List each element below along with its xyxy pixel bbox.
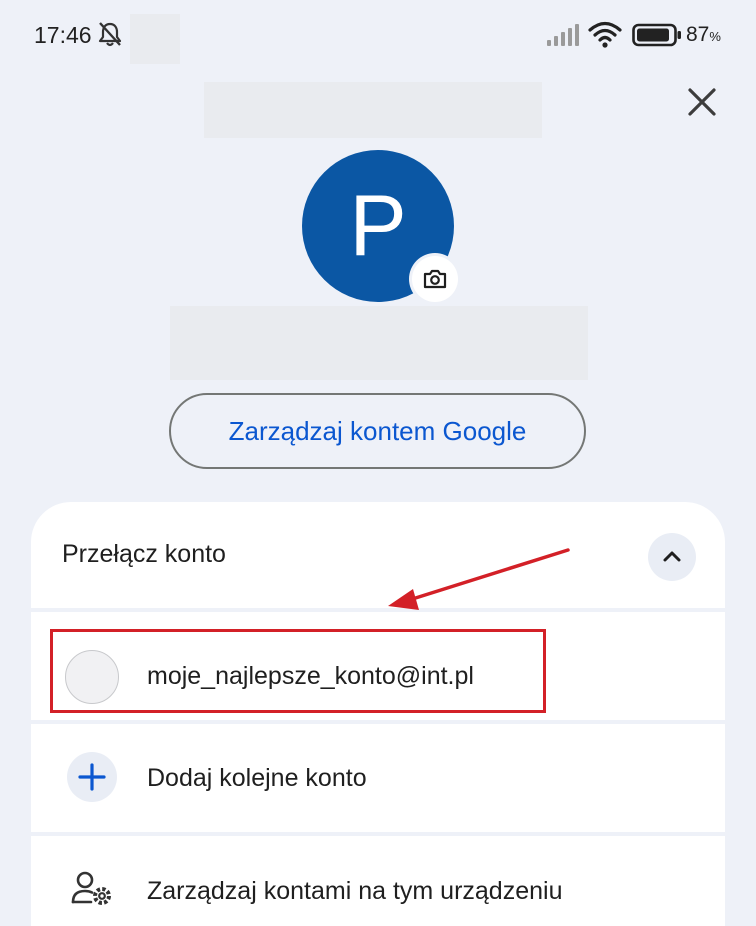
plus-icon [78,763,106,791]
redacted-title-area [204,82,542,138]
add-account-label: Dodaj kolejne konto [147,764,367,792]
bell-off-icon [98,22,122,47]
account-switcher-card: Przełącz konto moje_najlepsze_konto@int.… [31,502,725,926]
manage-accounts-label: Zarządzaj kontami na tym urządzeniu [147,877,563,905]
manage-accounts-row[interactable]: Zarządzaj kontami na tym urządzeniu [31,836,725,926]
add-account-row[interactable]: Dodaj kolejne konto [31,724,725,832]
manage-accounts-icon [71,871,111,905]
signal-icon [547,24,579,46]
arrow-annotation [388,548,570,610]
status-redacted-area [130,14,180,64]
chevron-up-icon [663,551,681,562]
screen: 17:46 87% P Zarządzaj kontem Google Prze… [0,0,756,926]
redacted-account-name [170,306,588,380]
status-time: 17:46 [34,22,92,48]
battery-level: 87% [686,23,721,46]
camera-icon [423,269,447,289]
manage-google-account-button[interactable]: Zarządzaj kontem Google [169,393,586,469]
highlight-annotation [50,629,546,713]
close-icon [688,88,716,116]
close-button[interactable] [680,80,724,124]
status-bar: 17:46 87% [0,0,756,70]
collapse-button[interactable] [648,533,696,581]
wifi-icon [588,21,622,48]
change-photo-button[interactable] [412,256,458,302]
battery-icon [632,23,681,47]
switch-account-header[interactable]: Przełącz konto [31,502,725,608]
add-icon-container [67,752,117,802]
switch-account-label: Przełącz konto [62,540,226,568]
